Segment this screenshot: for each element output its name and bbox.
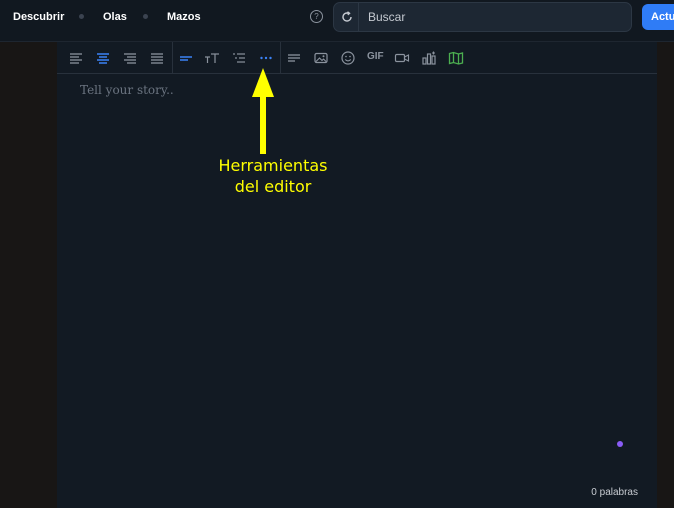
top-bar: Descubrir Olas Mazos ? Actualizar: [0, 0, 674, 42]
align-right-icon[interactable]: [122, 50, 138, 66]
align-justify-icon[interactable]: [149, 50, 165, 66]
story-editor: GIF Tell your story.. 0 palabras: [57, 42, 657, 508]
gif-icon[interactable]: GIF: [367, 51, 384, 62]
search-input[interactable]: [364, 3, 632, 31]
chart-icon[interactable]: [421, 50, 437, 66]
align-left-icon[interactable]: [68, 50, 84, 66]
right-margin: [657, 42, 674, 508]
list-icon[interactable]: [231, 50, 247, 66]
editor-toolbar: GIF: [57, 42, 657, 74]
text-size-icon[interactable]: [204, 50, 220, 66]
nav-separator-dot: [143, 14, 148, 19]
help-icon[interactable]: ?: [310, 10, 323, 23]
annotation-arrow: [252, 68, 274, 154]
search-bar[interactable]: [333, 2, 632, 32]
story-text-area[interactable]: Tell your story..: [80, 83, 174, 97]
search-divider: [358, 3, 359, 31]
map-icon[interactable]: [448, 50, 464, 66]
nav-separator-dot: [79, 14, 84, 19]
left-margin: [0, 42, 57, 508]
refresh-icon[interactable]: [341, 11, 353, 23]
nav-link-descubrir[interactable]: Descubrir: [13, 11, 64, 23]
annotation-line-1: Herramientas: [218, 156, 328, 175]
nav-link-olas[interactable]: Olas: [103, 11, 127, 23]
annotation-label: Herramientas del editor: [198, 155, 348, 197]
annotation-line-2: del editor: [234, 177, 312, 196]
nav-mazos[interactable]: Mazos: [167, 0, 201, 34]
update-button[interactable]: Actualizar: [642, 4, 674, 30]
nav-link-mazos[interactable]: Mazos: [167, 11, 201, 23]
word-count: 0 palabras: [591, 487, 638, 498]
align-center-icon[interactable]: [95, 50, 111, 66]
toolbar-divider: [172, 42, 173, 74]
status-indicator-dot: [617, 441, 623, 447]
nav-descubrir[interactable]: Descubrir: [13, 0, 64, 34]
video-icon[interactable]: [394, 50, 410, 66]
image-icon[interactable]: [313, 50, 329, 66]
heading-icon[interactable]: [178, 50, 194, 66]
nav-olas[interactable]: Olas: [103, 0, 127, 34]
more-icon[interactable]: [258, 50, 274, 66]
toolbar-divider: [280, 42, 281, 74]
paragraph-icon[interactable]: [286, 50, 302, 66]
emoji-icon[interactable]: [340, 50, 356, 66]
